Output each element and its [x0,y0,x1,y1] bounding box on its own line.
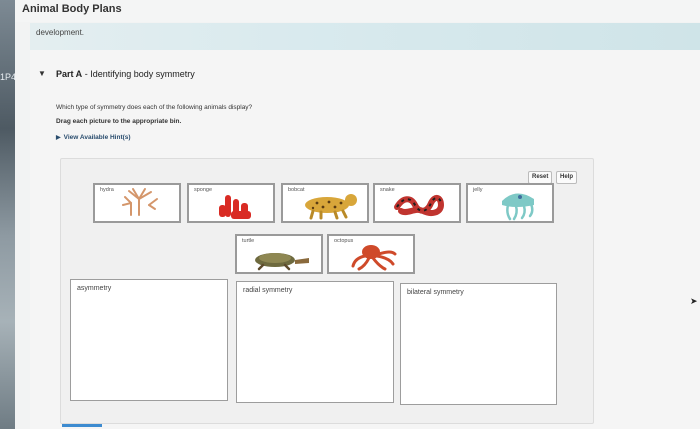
collapse-caret-icon[interactable]: ▼ [38,69,46,78]
breadcrumb-bar: development. [30,23,700,51]
breadcrumb: development. [36,28,85,37]
sponge-icon [219,195,251,219]
tile-hydra[interactable]: hydra [93,183,181,223]
tile-octopus[interactable]: octopus [327,234,415,274]
part-header[interactable]: ▼ Part A - Identifying body symmetry [36,68,700,92]
hydra-icon [122,188,158,216]
snake-icon [394,195,445,216]
hint-label: View Available Hint(s) [63,134,131,141]
part-title-text: Identifying body symmetry [90,69,195,79]
mouse-cursor-icon: ➤ [690,296,698,306]
bin-asymmetry[interactable]: asymmetry [70,279,228,401]
submit-button-edge[interactable] [62,424,102,427]
view-hints-link[interactable]: ▶ View Available Hint(s) [56,134,131,141]
question-text: Which type of symmetry does each of the … [56,104,253,111]
octopus-icon [351,245,397,271]
page-title: Animal Body Plans [22,3,122,15]
bin-label-radial: radial symmetry [243,287,293,294]
bin-label-asymmetry: asymmetry [77,285,112,292]
part-title: Part A - Identifying body symmetry [56,69,195,79]
jelly-icon [502,193,534,221]
expand-triangle-icon: ▶ [56,135,61,141]
background-window-strip: 1P4 [0,0,17,429]
turtle-icon [255,253,309,271]
bin-bilateral-symmetry[interactable]: bilateral symmetry [400,283,557,405]
help-button[interactable]: Help [556,171,578,184]
tile-bobcat[interactable]: bobcat [281,183,369,223]
tile-sponge[interactable]: sponge [187,183,275,223]
left-strip-label: 1P4 [0,72,17,82]
tile-jelly[interactable]: jelly [466,183,554,223]
part-label: Part A [56,69,83,79]
tile-snake[interactable]: snake [373,183,461,223]
tile-turtle[interactable]: turtle [235,234,323,274]
bin-label-bilateral: bilateral symmetry [407,289,464,296]
bin-radial-symmetry[interactable]: radial symmetry [236,281,394,403]
bobcat-icon [305,194,357,220]
instruction-text: Drag each picture to the appropriate bin… [56,118,182,125]
